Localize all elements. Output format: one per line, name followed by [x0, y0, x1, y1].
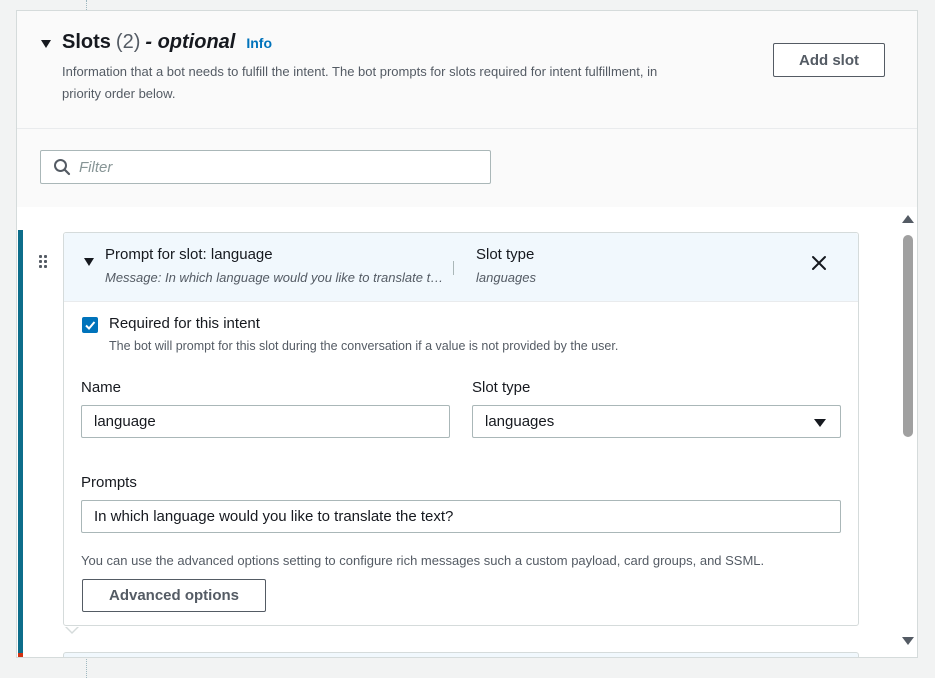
required-label: Required for this intent [109, 315, 260, 332]
slots-header: Slots (2) - optional Info Information th… [17, 11, 917, 129]
scroll-down-arrow-icon[interactable] [902, 637, 914, 645]
connector-line-bottom [86, 657, 87, 678]
drag-handle-icon[interactable] [39, 255, 49, 269]
slots-list: Prompt for slot: language Message: In wh… [17, 207, 917, 657]
info-link[interactable]: Info [246, 35, 272, 51]
slot-prompt-message: Message: In which language would you lik… [105, 270, 445, 285]
slot-card-next[interactable] [63, 652, 859, 657]
search-icon [54, 159, 71, 176]
slots-panel: Slots (2) - optional Info Information th… [16, 10, 918, 658]
scroll-up-arrow-icon[interactable] [902, 215, 914, 223]
close-icon[interactable] [810, 254, 828, 272]
slots-title-text: Slots [62, 31, 111, 53]
prompts-label: Prompts [81, 474, 137, 491]
prompts-value: In which language would you like to tran… [94, 508, 454, 525]
advanced-options-button[interactable]: Advanced options [82, 579, 266, 612]
scrollbar-thumb[interactable] [903, 235, 913, 437]
advanced-options-description: You can use the advanced options setting… [81, 553, 765, 568]
collapse-caret-icon[interactable] [41, 40, 51, 48]
slot-card-header[interactable]: Prompt for slot: language Message: In wh… [64, 233, 858, 302]
slot-card-language: Prompt for slot: language Message: In wh… [63, 232, 859, 626]
slot-type-select[interactable]: languages [472, 405, 841, 438]
slot-expand-caret-icon[interactable] [84, 258, 94, 266]
slot-type-value: languages [485, 413, 555, 430]
name-input[interactable]: language [81, 405, 450, 438]
filter-input[interactable]: Filter [40, 150, 491, 184]
selected-slot-accent [18, 230, 23, 653]
error-slot-accent [18, 653, 23, 657]
add-slot-button[interactable]: Add slot [773, 43, 885, 77]
card-pointer-fill [66, 626, 78, 632]
slots-description: Information that a bot needs to fulfill … [62, 64, 658, 101]
name-label: Name [81, 379, 122, 396]
required-description: The bot will prompt for this slot during… [109, 339, 619, 353]
slot-type-header-value: languages [476, 270, 536, 285]
name-value: language [94, 413, 156, 430]
checkmark-icon [85, 321, 96, 330]
optional-label: - optional [145, 31, 236, 53]
header-divider [453, 261, 454, 275]
filter-placeholder: Filter [79, 158, 113, 176]
prompts-input[interactable]: In which language would you like to tran… [81, 500, 841, 533]
chevron-down-icon [814, 419, 826, 427]
slot-type-header-label: Slot type [476, 246, 535, 263]
slots-title: Slots (2) - optional Info [62, 31, 272, 54]
slot-type-label: Slot type [472, 379, 531, 396]
slots-count: (2) [115, 31, 141, 53]
required-checkbox[interactable] [82, 317, 98, 333]
slot-prompt-title: Prompt for slot: language [105, 246, 273, 263]
connector-line-top [86, 0, 87, 10]
